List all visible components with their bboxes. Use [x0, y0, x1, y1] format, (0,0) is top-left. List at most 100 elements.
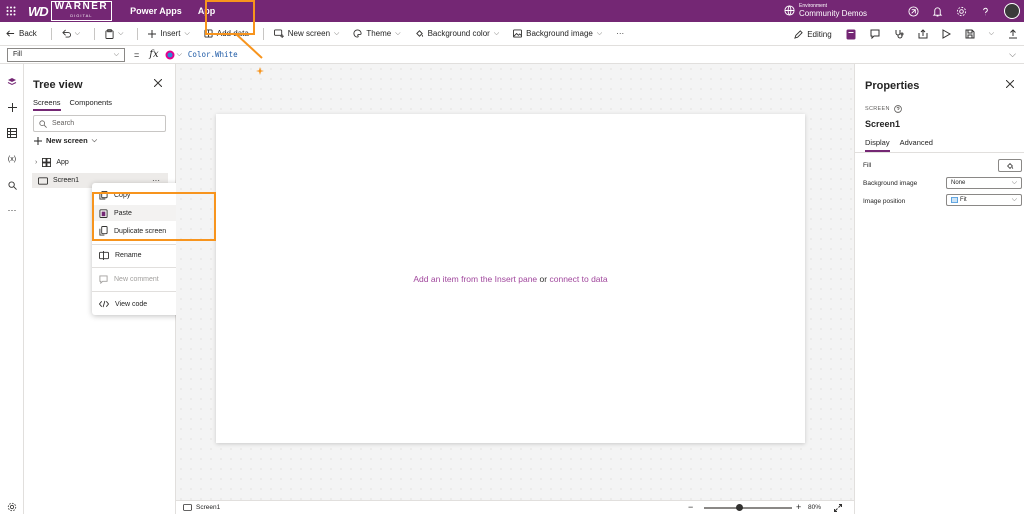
chevron-down-icon: ⌵ [1011, 179, 1017, 186]
highlight-app-menu [205, 0, 255, 35]
close-icon[interactable] [154, 79, 162, 87]
tree-item-label: Screen1 [53, 177, 80, 184]
environment-picker[interactable]: Environment Community Demos [784, 2, 867, 18]
chevron-down-icon: ⌵ [91, 136, 98, 144]
save-icon[interactable] [965, 29, 975, 39]
avatar[interactable] [1004, 3, 1020, 19]
tree-item-label: App [56, 159, 69, 166]
stethoscope-icon[interactable] [894, 29, 904, 39]
copilot-icon[interactable] [908, 5, 919, 17]
background-image-label: Background image [863, 180, 918, 187]
chevron-down-icon: ⌵ [334, 29, 340, 37]
formula-bar: Fill ⌵ = fx ⌵ Color.White ⌵ [0, 46, 1024, 64]
control-type-text: SCREEN [865, 106, 890, 112]
chevron-down-icon: ⌵ [113, 50, 119, 58]
theme-button[interactable]: Theme ⌵ [353, 29, 401, 38]
property-value: Fill [13, 51, 22, 58]
property-selector[interactable]: Fill ⌵ [7, 47, 125, 62]
tab-screens[interactable]: Screens [33, 98, 61, 111]
rail-data[interactable] [0, 123, 24, 143]
tree-view-title: Tree view [33, 79, 83, 91]
insert-button[interactable]: Insert ⌵ [148, 29, 190, 38]
image-icon [513, 29, 523, 38]
tab-components[interactable]: Components [70, 98, 113, 111]
divider [137, 27, 139, 40]
more-button[interactable]: ··· [616, 29, 624, 38]
insert-pane-link[interactable]: Add an item from the Insert pane [413, 274, 537, 284]
tree-search-input[interactable]: Search [33, 115, 166, 132]
brand-logo[interactable]: WD WARNER DIGITAL [28, 1, 113, 21]
new-screen-button[interactable]: New screen ⌵ [273, 29, 340, 38]
zoom-slider-thumb[interactable] [735, 504, 743, 511]
rail-insert[interactable] [0, 97, 24, 117]
help-icon[interactable] [893, 105, 902, 113]
formula-input[interactable]: Color.White [188, 50, 238, 59]
help-icon[interactable] [980, 6, 991, 17]
connect-data-link[interactable]: connect to data [549, 274, 607, 284]
screen-selector[interactable]: Screen1 [183, 504, 220, 511]
empty-screen-hint: Add an item from the Insert pane or conn… [216, 274, 805, 284]
theme-label: Theme [366, 29, 392, 38]
menu-item-rename[interactable]: Rename [94, 247, 187, 263]
comment-icon[interactable] [870, 29, 880, 39]
gear-icon[interactable] [956, 6, 967, 17]
screen-artboard[interactable]: Add an item from the Insert pane or conn… [216, 114, 805, 443]
rail-variables[interactable]: (x) [0, 149, 24, 169]
waffle-icon[interactable] [0, 0, 22, 22]
logo-sub-text: DIGITAL [70, 13, 93, 18]
product-name[interactable]: Power Apps [130, 6, 182, 16]
chevron-down-icon[interactable]: ⌵ [989, 30, 994, 38]
search-icon [39, 119, 47, 128]
rail-search[interactable] [0, 175, 24, 195]
close-icon[interactable] [1006, 80, 1014, 88]
tab-display[interactable]: Display [865, 138, 890, 152]
zoom-in-icon[interactable]: + [796, 502, 801, 512]
rail-settings[interactable] [0, 497, 24, 514]
rail-tree-view[interactable] [0, 72, 24, 92]
app-checker-icon[interactable] [846, 29, 856, 40]
publish-icon[interactable] [1008, 29, 1018, 39]
table-icon [7, 128, 17, 138]
bell-icon[interactable] [932, 6, 943, 17]
fill-label: Fill [863, 162, 872, 169]
zoom-slider[interactable] [704, 507, 792, 509]
background-color-label: Background color [427, 29, 490, 38]
background-image-label: Background image [526, 29, 593, 38]
code-icon [99, 300, 109, 308]
zoom-level: 80% [808, 504, 822, 511]
chevron-right-icon[interactable]: › [35, 159, 37, 166]
background-image-dropdown[interactable]: None ⌵ [946, 177, 1022, 189]
undo-button[interactable]: ⌵ [62, 29, 80, 38]
expand-formula-icon[interactable]: ⌵ [1009, 49, 1016, 60]
background-color-button[interactable]: Background color ⌵ [415, 29, 500, 38]
image-position-label: Image position [863, 198, 906, 205]
editing-mode-button[interactable]: Editing [794, 30, 832, 39]
image-position-dropdown[interactable]: Fit ⌵ [946, 194, 1022, 206]
menu-item-view-code[interactable]: View code [94, 296, 187, 312]
fill-color-button[interactable] [998, 159, 1022, 172]
arrow-left-icon [6, 30, 15, 37]
paste-button[interactable]: ⌵ [105, 28, 123, 39]
chevron-down-icon: ⌵ [395, 29, 401, 37]
tree-item-app[interactable]: › App [32, 155, 168, 170]
rail-more[interactable]: ··· [0, 200, 24, 220]
copilot-formula-button[interactable]: ⌵ [165, 50, 182, 60]
control-name: Screen1 [865, 119, 901, 129]
chevron-down-icon: ⌵ [596, 29, 603, 37]
tab-advanced[interactable]: Advanced [900, 138, 933, 152]
properties-title: Properties [865, 80, 920, 92]
new-screen-button[interactable]: New screen ⌵ [34, 136, 97, 145]
zoom-out-icon[interactable]: − [688, 502, 693, 512]
tree-tabs: Screens Components [33, 98, 112, 111]
fit-to-window-icon[interactable] [834, 504, 842, 512]
divider [50, 27, 52, 40]
menu-item-label: View code [115, 300, 148, 308]
search-icon [7, 180, 17, 190]
play-icon[interactable] [942, 29, 951, 39]
divider [94, 27, 96, 40]
back-label: Back [19, 29, 37, 38]
chevron-down-icon: ⌵ [493, 29, 500, 37]
background-image-button[interactable]: Background image ⌵ [513, 29, 602, 38]
share-icon[interactable] [918, 29, 928, 39]
back-button[interactable]: Back [6, 29, 37, 38]
